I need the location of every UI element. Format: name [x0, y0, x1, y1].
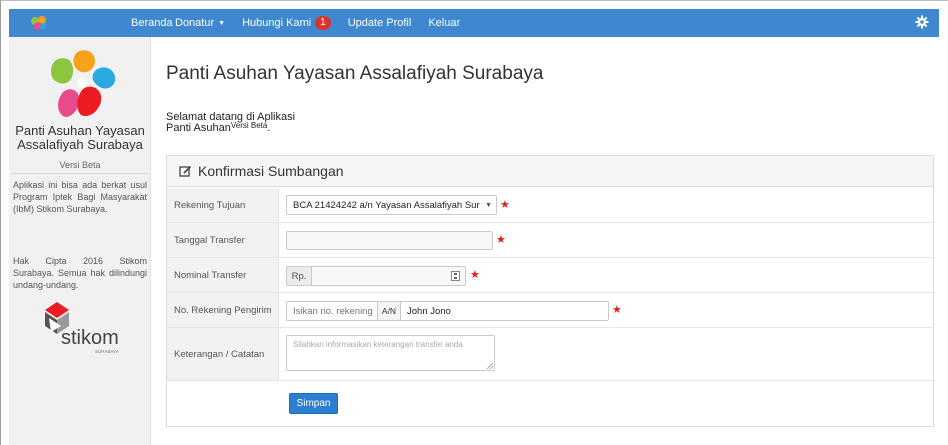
edit-icon — [179, 165, 192, 177]
keterangan-placeholder: Silahkan informasikan keterangan transfe… — [293, 340, 463, 349]
top-navbar: Beranda Donatur ▼ Hubungi Kami 1 Update … — [9, 9, 939, 37]
required-marker: ★ — [500, 199, 510, 211]
donation-form-panel: Konfirmasi Sumbangan Rekening Tujuan BCA… — [166, 155, 934, 427]
save-button[interactable]: Simpan — [289, 393, 338, 414]
sidebar-title-line2: Assalafiyah Surabaya — [17, 137, 143, 152]
keterangan-textarea[interactable]: Silahkan informasikan keterangan transfe… — [286, 335, 495, 371]
nominal-transfer-input[interactable] — [311, 266, 466, 286]
sidebar-title-line1: Panti Asuhan Yayasan — [15, 123, 145, 138]
welcome-line2: Panti AsuhanVersi Beta. — [166, 121, 295, 134]
row-rekening-tujuan: Rekening Tujuan BCA 21424242 a/n Yayasan… — [167, 188, 933, 223]
number-spinner-icon[interactable] — [451, 271, 460, 281]
page-title: Panti Asuhan Yayasan Assalafiyah Surabay… — [166, 63, 544, 84]
sidebar: Panti Asuhan Yayasan Assalafiyah Surabay… — [9, 37, 151, 445]
row-rekening-pengirim: No. Rekening Pengirim A/N John Jono ★ — [167, 293, 933, 328]
tanggal-transfer-input[interactable] — [286, 231, 493, 250]
sidebar-title: Panti Asuhan Yayasan Assalafiyah Surabay… — [9, 124, 151, 152]
stikom-logo-text: stikom — [61, 327, 119, 349]
nav-hubungi-label: Hubungi Kami — [242, 17, 312, 29]
label-keterangan: Keterangan / Catatan — [167, 328, 279, 380]
welcome-period: . — [267, 122, 271, 134]
sidebar-copyright: Hak Cipta 2016 Stikom Surabaya. Semua ha… — [13, 256, 147, 290]
label-rekening-tujuan: Rekening Tujuan — [167, 188, 279, 222]
rekening-tujuan-value: BCA 21424242 a/n Yayasan Assalafiyah Sur — [293, 199, 480, 211]
nav-hubungi-kami[interactable]: Hubungi Kami 1 — [242, 16, 331, 30]
caret-down-icon: ▼ — [218, 19, 226, 27]
rekening-tujuan-select[interactable]: BCA 21424242 a/n Yayasan Assalafiyah Sur… — [286, 195, 497, 215]
label-nominal-transfer: Nominal Transfer — [167, 258, 279, 292]
nav-donatur-label: Donatur — [175, 17, 215, 29]
welcome-text: Selamat datang di Aplikasi Panti AsuhanV… — [166, 112, 295, 134]
welcome-app-name: Panti Asuhan — [166, 122, 231, 134]
currency-addon: Rp. — [286, 266, 312, 286]
label-rekening-pengirim: No. Rekening Pengirim — [167, 293, 279, 327]
stikom-logo-sub: SURABAYA — [95, 349, 119, 354]
nav-update-profil[interactable]: Update Profil — [348, 17, 412, 29]
rekening-pengirim-input[interactable] — [286, 301, 378, 321]
main-content: Panti Asuhan Yayasan Assalafiyah Surabay… — [166, 37, 946, 445]
row-tanggal-transfer: Tanggal Transfer ★ — [167, 223, 933, 258]
required-marker: ★ — [612, 304, 622, 316]
sidebar-divider — [12, 173, 148, 174]
sidebar-description: Aplikasi ini bisa ada berkat usul Progra… — [13, 180, 147, 214]
stikom-logo-icon: stikom SURABAYA — [45, 302, 119, 354]
an-addon: A/N — [377, 301, 401, 321]
welcome-version: Versi Beta — [230, 121, 268, 130]
resize-handle-icon[interactable] — [487, 363, 493, 369]
row-keterangan: Keterangan / Catatan Silahkan informasik… — [167, 328, 933, 381]
label-tanggal-transfer: Tanggal Transfer — [167, 223, 279, 257]
row-nominal-transfer: Nominal Transfer Rp. ★ — [167, 258, 933, 293]
chevron-down-icon: ▼ — [485, 201, 492, 209]
nav-beranda[interactable]: Beranda — [131, 17, 173, 29]
app-logo-icon[interactable] — [28, 15, 50, 31]
hands-logo-icon — [50, 50, 116, 117]
notification-badge: 1 — [315, 16, 331, 30]
panel-header: Konfirmasi Sumbangan — [167, 156, 933, 187]
nav-menu: Donatur ▼ Hubungi Kami 1 Update Profil K… — [175, 9, 477, 37]
required-marker: ★ — [470, 269, 480, 281]
nama-pengirim-input[interactable]: John Jono — [400, 301, 609, 321]
gear-icon[interactable] — [915, 15, 929, 29]
panel-heading: Konfirmasi Sumbangan — [198, 163, 344, 179]
nav-donatur[interactable]: Donatur ▼ — [175, 17, 225, 29]
required-marker: ★ — [496, 234, 506, 246]
nav-keluar[interactable]: Keluar — [428, 17, 460, 29]
sidebar-version: Versi Beta — [59, 160, 101, 170]
